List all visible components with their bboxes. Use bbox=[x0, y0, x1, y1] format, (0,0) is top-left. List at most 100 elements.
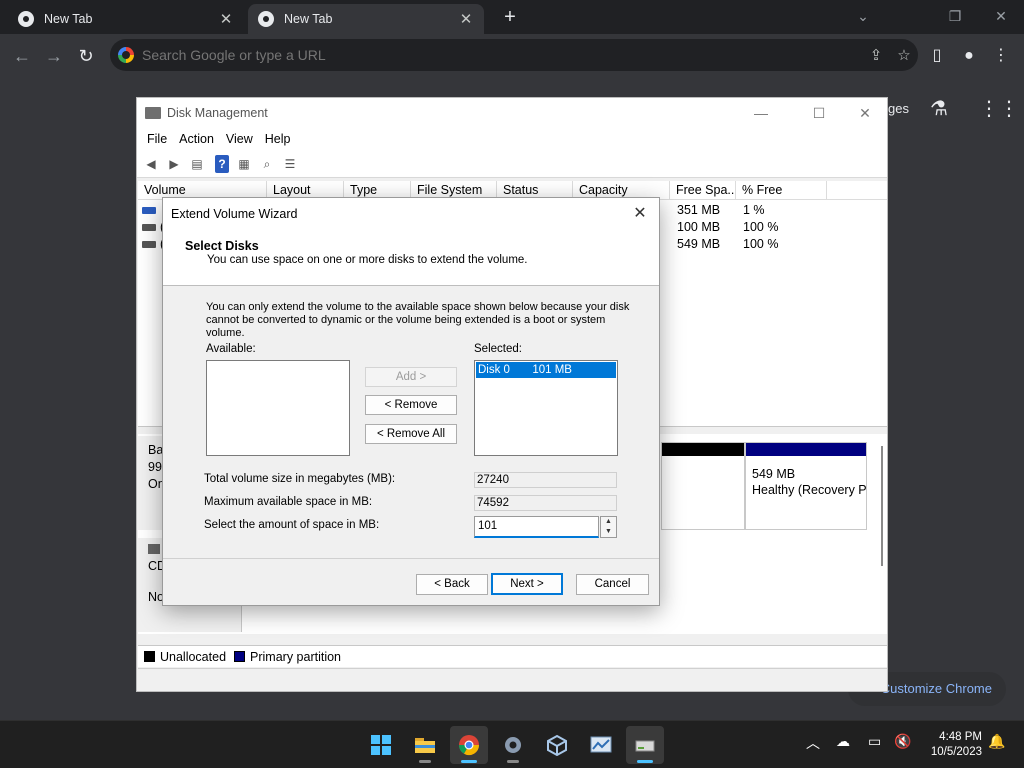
browser-tab-1[interactable]: New Tab ✕ bbox=[8, 4, 244, 34]
selected-label: Selected: bbox=[474, 343, 522, 355]
tab-title: New Tab bbox=[44, 12, 93, 26]
remove-all-button[interactable]: < Remove All bbox=[365, 424, 457, 444]
help-icon[interactable]: ? bbox=[215, 154, 229, 173]
close-tab-icon[interactable]: ✕ bbox=[218, 10, 234, 28]
available-disks-list[interactable] bbox=[206, 360, 350, 456]
tab-title: New Tab bbox=[284, 12, 333, 26]
wizard-step-title: Select Disks bbox=[185, 239, 259, 253]
disk-drive-icon bbox=[635, 740, 655, 752]
omnibox-input[interactable] bbox=[142, 47, 862, 63]
wizard-titlebar: Extend Volume Wizard bbox=[163, 198, 659, 230]
list-view-icon[interactable]: ☰ bbox=[280, 155, 300, 173]
volume-muted-icon[interactable]: 🔇 bbox=[894, 733, 911, 750]
show-hidden-icons-icon[interactable]: ︿ bbox=[806, 733, 820, 753]
gear-icon bbox=[505, 737, 521, 753]
maximize-icon[interactable]: ☐ bbox=[799, 102, 839, 124]
restore-window-icon[interactable]: ❐ bbox=[932, 4, 978, 28]
browser-tab-2[interactable]: New Tab ✕ bbox=[248, 4, 484, 34]
chrome-favicon-icon bbox=[18, 11, 34, 27]
monitor-chart-icon bbox=[590, 736, 612, 753]
back-arrow-icon[interactable]: ← bbox=[8, 42, 36, 70]
available-label: Available: bbox=[206, 343, 256, 355]
partition-color-bar bbox=[746, 443, 866, 456]
legend-primary: Primary partition bbox=[250, 649, 342, 664]
bookmark-star-icon[interactable]: ☆ bbox=[890, 46, 918, 64]
column-percent-free[interactable]: % Free bbox=[736, 181, 827, 199]
amount-label: Select the amount of space in MB: bbox=[204, 519, 380, 531]
menu-view[interactable]: View bbox=[220, 132, 259, 146]
max-space-field: 74592 bbox=[474, 495, 617, 511]
profile-icon[interactable]: ● bbox=[956, 43, 982, 69]
chrome-menu-icon[interactable]: ⋮ bbox=[988, 43, 1014, 69]
cancel-button[interactable]: Cancel bbox=[576, 574, 649, 595]
share-icon[interactable]: ⇪ bbox=[862, 46, 890, 64]
close-window-icon[interactable]: ✕ bbox=[978, 4, 1024, 28]
clock-time: 4:48 PM bbox=[939, 731, 982, 743]
spin-up-icon[interactable]: ▲ bbox=[601, 517, 616, 527]
close-icon[interactable]: ✕ bbox=[845, 102, 885, 124]
detail-view-icon[interactable]: ▦ bbox=[234, 155, 254, 173]
chrome-favicon-icon bbox=[258, 11, 274, 27]
labs-flask-icon[interactable]: ⚗ bbox=[930, 96, 948, 121]
menu-action[interactable]: Action bbox=[173, 132, 220, 146]
properties-icon[interactable]: ▤ bbox=[187, 155, 207, 173]
cube-icon bbox=[547, 734, 567, 756]
notification-bell-icon[interactable]: 🔔 bbox=[988, 733, 1005, 750]
minimize-icon[interactable]: — bbox=[741, 102, 781, 124]
total-size-label: Total volume size in megabytes (MB): bbox=[204, 473, 396, 485]
menu-help[interactable]: Help bbox=[259, 132, 297, 146]
percent-free-cell: 1 % bbox=[743, 203, 765, 217]
dm-menubar: File Action View Help bbox=[137, 128, 887, 150]
google-icon bbox=[118, 47, 134, 63]
side-panel-icon[interactable]: ▯ bbox=[924, 43, 950, 69]
new-tab-button[interactable]: + bbox=[498, 5, 522, 29]
system-clock[interactable]: 4:48 PM 10/5/2023 bbox=[920, 730, 982, 760]
disk-management-taskbar-button[interactable] bbox=[626, 726, 664, 764]
remove-button[interactable]: < Remove bbox=[365, 395, 457, 415]
omnibox[interactable]: ⇪ ☆ bbox=[110, 39, 918, 71]
volume-icon bbox=[142, 241, 156, 248]
wizard-step-subtitle: You can use space on one or more disks t… bbox=[207, 254, 528, 266]
partition-block[interactable] bbox=[661, 442, 745, 530]
recovery-partition[interactable]: 549 MB Healthy (Recovery P bbox=[745, 442, 867, 530]
cloud-sync-icon[interactable]: ☁ bbox=[836, 733, 850, 750]
running-indicator bbox=[637, 760, 653, 763]
dm-statusbar bbox=[138, 668, 887, 691]
total-size-field: 27240 bbox=[474, 472, 617, 488]
wizard-description: You can only extend the volume to the av… bbox=[206, 301, 630, 339]
list-item[interactable]: Disk 0 101 MB bbox=[476, 362, 616, 378]
ntp-images-link[interactable]: ges bbox=[888, 101, 909, 116]
spin-down-icon[interactable]: ▼ bbox=[601, 527, 616, 537]
close-tab-icon[interactable]: ✕ bbox=[458, 10, 474, 28]
back-button[interactable]: < Back bbox=[416, 574, 488, 595]
column-free-space[interactable]: Free Spa... bbox=[670, 181, 736, 199]
tab-search-icon[interactable]: ⌄ bbox=[840, 4, 886, 28]
forward-arrow-icon[interactable]: → bbox=[40, 42, 68, 70]
pane-scrollbar[interactable] bbox=[881, 446, 883, 566]
amount-input[interactable]: 101 bbox=[474, 516, 599, 538]
back-arrow-icon[interactable]: ◀ bbox=[141, 155, 161, 173]
wizard-header: Select Disks You can use space on one or… bbox=[163, 230, 659, 286]
apps-grid-icon[interactable]: ⋮⋮ bbox=[979, 96, 1019, 121]
chrome-icon bbox=[458, 735, 480, 756]
start-button[interactable] bbox=[362, 726, 400, 764]
close-icon[interactable]: ✕ bbox=[625, 202, 655, 226]
add-button[interactable]: Add > bbox=[365, 367, 457, 387]
performance-monitor-button[interactable] bbox=[582, 726, 620, 764]
taskbar: ︿ ☁ ▭ 🔇 4:48 PM 10/5/2023 🔔 bbox=[0, 720, 1024, 768]
file-explorer-button[interactable] bbox=[406, 726, 444, 764]
wizard-separator bbox=[163, 558, 659, 559]
connect-icon[interactable]: ⌕ bbox=[257, 155, 277, 173]
network-icon[interactable]: ▭ bbox=[868, 733, 881, 750]
free-space-cell: 351 MB bbox=[677, 203, 721, 217]
selected-disks-list[interactable]: Disk 0 101 MB bbox=[474, 360, 618, 456]
running-indicator bbox=[507, 760, 519, 763]
chrome-taskbar-button[interactable] bbox=[450, 726, 488, 764]
virtualbox-taskbar-button[interactable] bbox=[538, 726, 576, 764]
menu-file[interactable]: File bbox=[141, 132, 173, 146]
next-button[interactable]: Next > bbox=[491, 573, 563, 595]
forward-arrow-icon[interactable]: ▶ bbox=[164, 155, 184, 173]
settings-taskbar-button[interactable] bbox=[494, 726, 532, 764]
reload-icon[interactable]: ↻ bbox=[72, 42, 100, 70]
amount-stepper[interactable]: ▲ ▼ bbox=[600, 516, 617, 538]
